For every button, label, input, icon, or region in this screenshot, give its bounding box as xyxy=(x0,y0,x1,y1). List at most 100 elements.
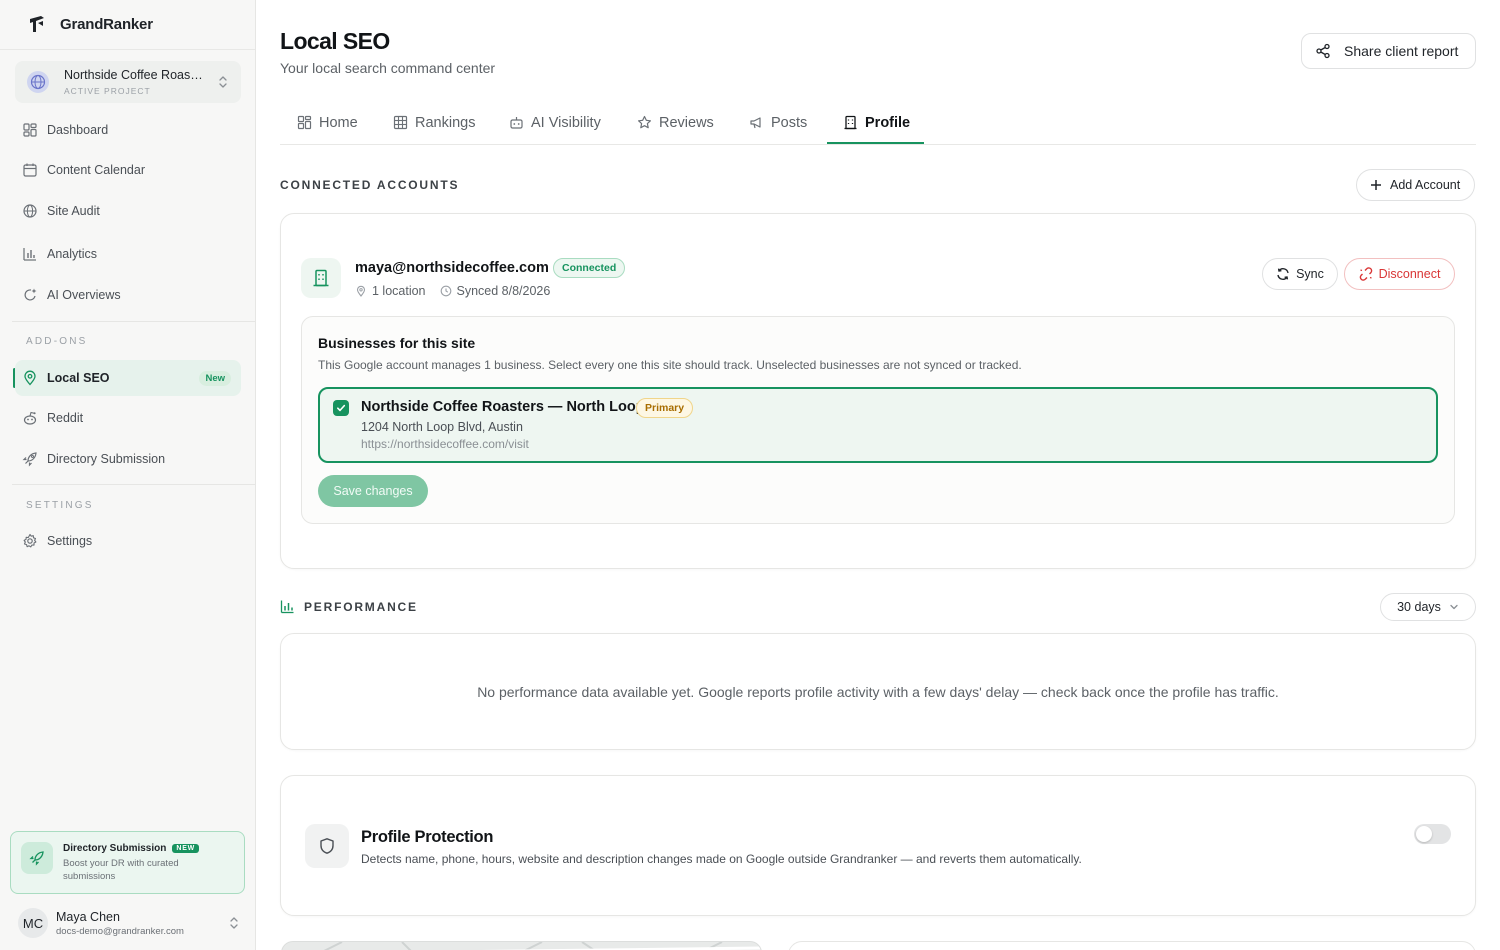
business-address: 1204 North Loop Blvd, Austin xyxy=(361,420,523,434)
performance-empty-message: No performance data available yet. Googl… xyxy=(477,684,1279,700)
user-menu[interactable]: MC Maya Chen docs-demo@grandranker.com xyxy=(18,906,240,940)
promo-new-badge: NEW xyxy=(172,844,200,853)
sidebar-item-dashboard[interactable]: Dashboard xyxy=(15,112,241,148)
dashboard-icon xyxy=(22,122,38,138)
sidebar-item-label: Reddit xyxy=(47,411,84,425)
account-meta: 1 location Synced 8/8/2026 xyxy=(355,284,564,298)
rocket-icon xyxy=(21,842,53,874)
tab-label: Profile xyxy=(865,114,911,131)
sidebar-item-local-seo[interactable]: Local SEO New xyxy=(15,360,241,396)
map-pin-icon xyxy=(22,370,38,386)
businesses-description: This Google account manages 1 business. … xyxy=(318,358,1022,372)
unlink-icon xyxy=(1359,267,1373,281)
sidebar-item-ai-overviews[interactable]: AI Overviews xyxy=(15,277,241,313)
tab-label: Rankings xyxy=(415,114,476,131)
sidebar-item-label: Analytics xyxy=(47,247,98,261)
divider xyxy=(0,49,255,50)
account-email: maya@northsidecoffee.com xyxy=(355,260,549,276)
chevron-up-down-icon xyxy=(217,75,229,89)
ai-sparkle-icon xyxy=(22,287,38,303)
sidebar-item-label: Local SEO xyxy=(47,371,110,385)
connected-accounts-heading: CONNECTED ACCOUNTS xyxy=(280,178,460,192)
toggle-knob xyxy=(1416,826,1432,842)
tab-profile[interactable]: Profile xyxy=(843,100,910,145)
disconnect-button[interactable]: Disconnect xyxy=(1344,258,1455,290)
sidebar-item-label: Site Audit xyxy=(47,204,100,218)
addons-section-label: ADD-ONS xyxy=(26,336,88,347)
brand[interactable]: GrandRanker xyxy=(26,13,153,35)
map-pin-icon xyxy=(355,285,367,297)
bar-chart-icon xyxy=(22,246,38,262)
shield-icon xyxy=(305,824,349,868)
sidebar-item-label: AI Overviews xyxy=(47,288,121,302)
sync-button[interactable]: Sync xyxy=(1262,258,1338,290)
save-changes-button[interactable]: Save changes xyxy=(318,475,428,507)
brand-name: GrandRanker xyxy=(60,15,153,33)
sidebar-item-label: Directory Submission xyxy=(47,452,166,466)
promo-description: Boost your DR with curated submissions xyxy=(63,858,179,882)
performance-heading: PERFORMANCE xyxy=(304,600,418,614)
settings-section-label: SETTINGS xyxy=(26,500,94,511)
business-url: https://northsidecoffee.com/visit xyxy=(361,437,529,451)
project-name: Northside Coffee Roasters xyxy=(64,68,204,82)
building-icon xyxy=(301,258,341,298)
tab-posts[interactable]: Posts xyxy=(749,100,807,145)
map-preview xyxy=(281,941,762,950)
avatar: MC xyxy=(18,908,48,938)
sidebar-item-analytics[interactable]: Analytics xyxy=(15,236,241,272)
tab-reviews[interactable]: Reviews xyxy=(637,100,714,145)
sidebar: GrandRanker Northside Coffee Roasters AC… xyxy=(0,0,256,950)
divider xyxy=(12,484,255,485)
gear-icon xyxy=(22,533,38,549)
date-range-value: 30 days xyxy=(1397,600,1441,614)
megaphone-icon xyxy=(749,115,764,130)
tab-ai-visibility[interactable]: AI Visibility xyxy=(509,100,601,145)
sidebar-item-directory-submission[interactable]: Directory Submission xyxy=(15,441,241,477)
robot-icon xyxy=(509,115,524,130)
profile-protection-title: Profile Protection xyxy=(361,828,494,846)
location-count: 1 location xyxy=(372,284,426,298)
tab-rankings[interactable]: Rankings xyxy=(393,100,475,145)
sidebar-item-reddit[interactable]: Reddit xyxy=(15,400,241,436)
directory-submission-promo[interactable]: Directory Submission NEW Boost your DR wi… xyxy=(10,831,245,894)
page-subtitle: Your local search command center xyxy=(280,60,496,76)
sidebar-item-site-audit[interactable]: Site Audit xyxy=(15,193,241,229)
business-checkbox[interactable] xyxy=(333,400,349,416)
share-button-label: Share client report xyxy=(1344,43,1459,59)
check-icon xyxy=(336,403,346,413)
add-account-button[interactable]: Add Account xyxy=(1356,169,1475,201)
profile-protection-toggle[interactable] xyxy=(1414,824,1451,844)
tab-bar: Home Rankings AI Visibility Reviews Post… xyxy=(280,100,1476,145)
divider xyxy=(12,321,255,322)
promo-title: Directory Submission xyxy=(63,843,167,854)
sidebar-item-content-calendar[interactable]: Content Calendar xyxy=(15,152,241,188)
sidebar-item-settings[interactable]: Settings xyxy=(15,523,241,559)
new-badge: New xyxy=(199,370,231,386)
chevron-down-icon xyxy=(1449,602,1459,612)
reddit-icon xyxy=(22,410,38,426)
business-name: Northside Coffee Roasters — North Loop xyxy=(361,399,645,415)
date-range-select[interactable]: 30 days xyxy=(1380,593,1476,621)
globe-icon xyxy=(22,203,38,219)
status-badge: Connected xyxy=(553,258,626,278)
project-switcher[interactable]: Northside Coffee Roasters ACTIVE PROJECT xyxy=(15,61,241,103)
grandranker-logo-icon xyxy=(26,13,48,35)
share-icon xyxy=(1315,43,1331,59)
tab-label: Home xyxy=(319,114,358,131)
sidebar-item-label: Settings xyxy=(47,534,93,548)
active-tab-indicator xyxy=(827,142,924,144)
building-icon xyxy=(843,115,858,130)
disconnect-label: Disconnect xyxy=(1378,267,1441,281)
bar-chart-icon xyxy=(280,599,295,614)
sidebar-item-label: Content Calendar xyxy=(47,163,145,177)
grid-icon xyxy=(297,115,312,130)
chevron-up-down-icon xyxy=(228,916,240,930)
info-card xyxy=(788,941,1476,950)
plus-icon xyxy=(1370,179,1382,191)
share-client-report-button[interactable]: Share client report xyxy=(1301,33,1476,69)
tab-label: Reviews xyxy=(659,114,714,131)
businesses-title: Businesses for this site xyxy=(318,335,476,351)
star-icon xyxy=(637,115,652,130)
tab-home[interactable]: Home xyxy=(297,100,358,145)
refresh-icon xyxy=(1276,267,1290,281)
